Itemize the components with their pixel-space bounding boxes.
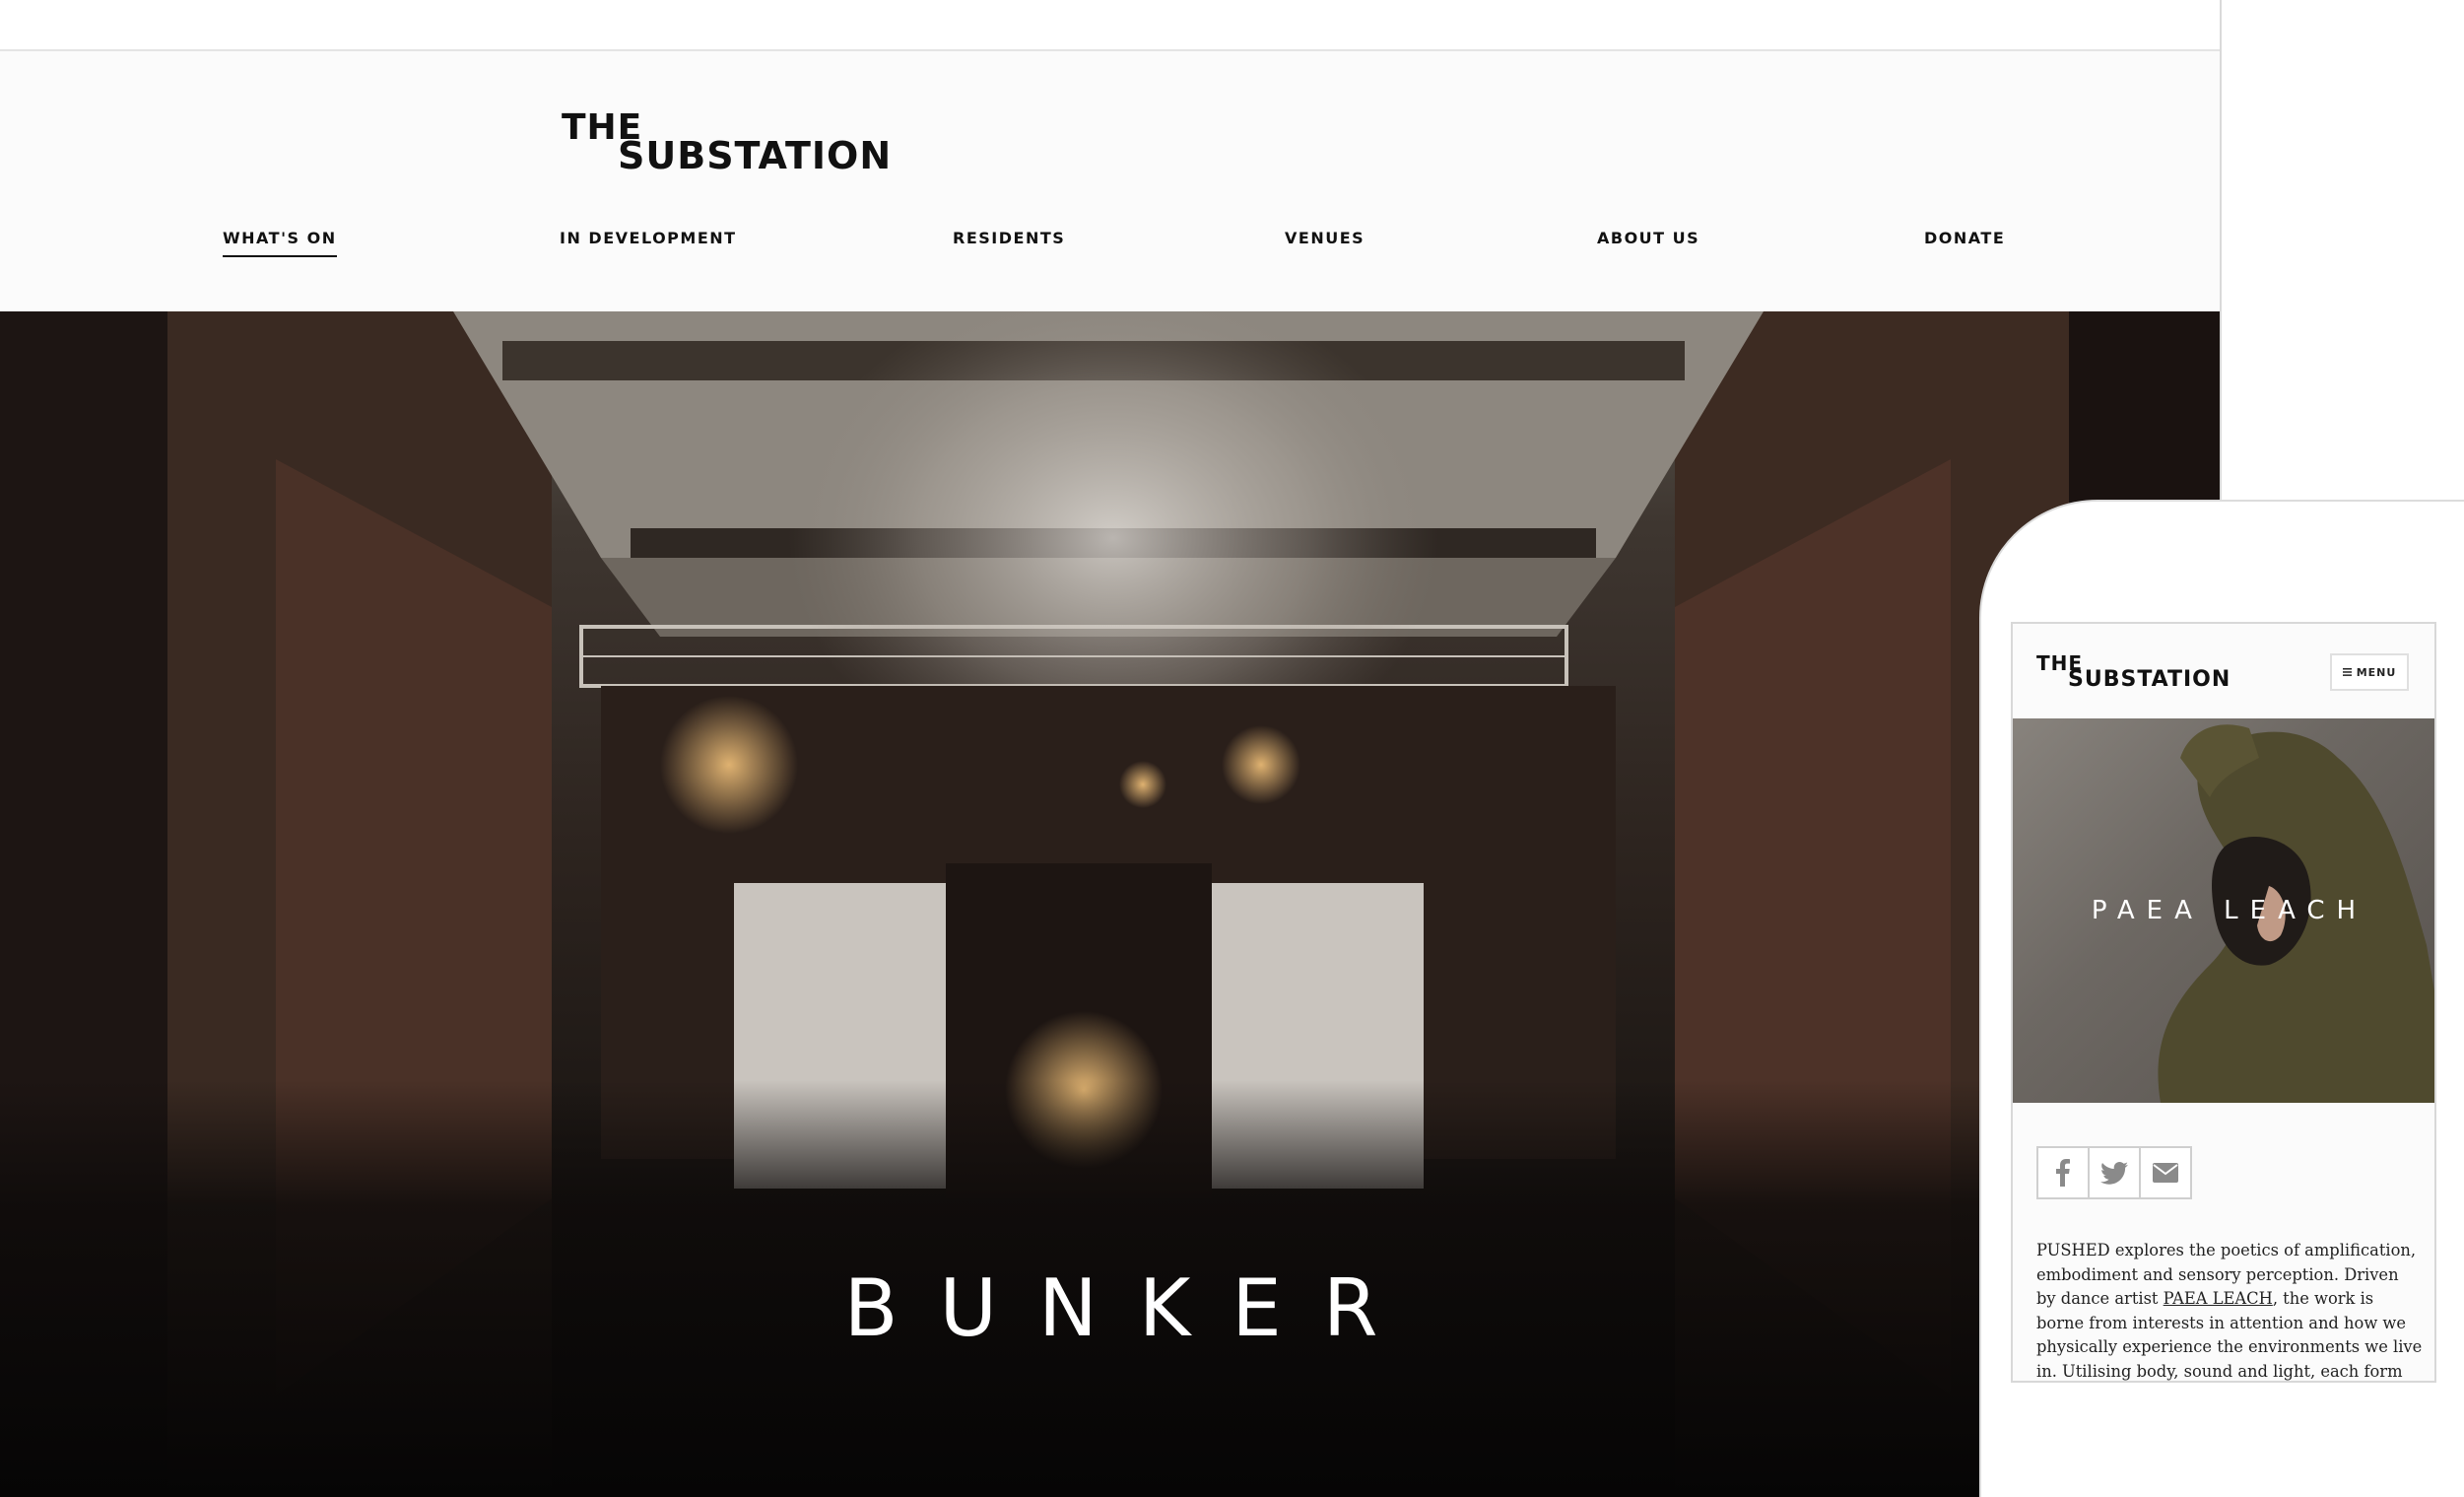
mobile-logo[interactable]: THE SUBSTATION <box>2036 653 2233 693</box>
mobile-logo-line-2: SUBSTATION <box>2068 667 2231 692</box>
nav-item-in-development[interactable]: IN DEVELOPMENT <box>560 229 737 247</box>
email-icon <box>2153 1163 2178 1183</box>
hamburger-icon <box>2342 668 2352 676</box>
facebook-icon <box>2056 1159 2070 1187</box>
desktop-browser: THE SUBSTATION WHAT'S ON IN DEVELOPMENT … <box>0 0 2222 1497</box>
nav-item-whats-on[interactable]: WHAT'S ON <box>223 229 337 257</box>
feature-title: PAEA LEACH <box>2091 896 2368 925</box>
site-header <box>0 51 2220 311</box>
nav-item-about-us[interactable]: ABOUT US <box>1597 229 1699 247</box>
menu-label: MENU <box>2356 665 2397 679</box>
article-body: PUSHED explores the poetics of amplifica… <box>2036 1239 2423 1381</box>
logo-line-2: SUBSTATION <box>618 134 893 177</box>
share-twitter-button[interactable] <box>2088 1146 2141 1199</box>
twitter-icon <box>2100 1161 2128 1185</box>
site-logo[interactable]: THE SUBSTATION <box>562 110 891 179</box>
mobile-screen: THE SUBSTATION MENU PAEA LEACH PUSHED ex… <box>2011 622 2436 1383</box>
feature-image[interactable]: PAEA LEACH <box>2013 718 2434 1103</box>
mobile-device: THE SUBSTATION MENU PAEA LEACH PUSHED ex… <box>1979 500 2464 1497</box>
share-facebook-button[interactable] <box>2036 1146 2090 1199</box>
nav-item-venues[interactable]: VENUES <box>1285 229 1365 247</box>
hero-banner[interactable]: BUNKER <box>0 311 2220 1497</box>
menu-button[interactable]: MENU <box>2330 653 2409 691</box>
share-buttons <box>2036 1146 2192 1199</box>
hero-title: BUNKER <box>843 1262 1420 1354</box>
nav-item-donate[interactable]: DONATE <box>1924 229 2005 247</box>
mobile-header: THE SUBSTATION MENU <box>2013 624 2434 718</box>
share-email-button[interactable] <box>2139 1146 2192 1199</box>
browser-toolbar <box>0 0 2220 51</box>
nav-item-residents[interactable]: RESIDENTS <box>953 229 1065 247</box>
artist-link[interactable]: PAEA LEACH <box>2164 1289 2273 1308</box>
